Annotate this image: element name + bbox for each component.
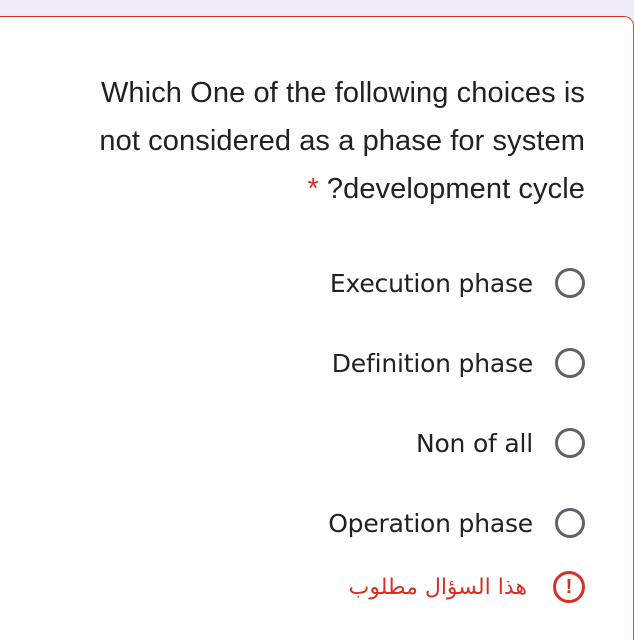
question-text-line-3: * ?development cycle — [25, 165, 585, 213]
required-marker: * — [307, 173, 319, 205]
option-label: Definition phase — [331, 348, 533, 378]
radio-button[interactable] — [555, 268, 585, 298]
question-text-line-2: not considered as a phase for system — [99, 125, 585, 157]
exclamation-circle-icon: ! — [553, 571, 585, 603]
radio-button[interactable] — [555, 428, 585, 458]
option-execution-phase[interactable]: Execution phase — [330, 263, 585, 303]
question-text-line-3-text: ?development cycle — [326, 173, 585, 205]
required-error: هذا السؤال مطلوب ! — [349, 567, 585, 607]
option-label: Execution phase — [329, 268, 533, 298]
option-definition-phase[interactable]: Definition phase — [332, 343, 585, 383]
question-text-line-1: Which One of the following choices is — [100, 77, 585, 109]
option-non-of-all[interactable]: Non of all — [416, 423, 585, 463]
radio-button[interactable] — [555, 348, 585, 378]
question-card: Which One of the following choices is no… — [0, 16, 634, 640]
required-error-message: هذا السؤال مطلوب — [348, 574, 527, 600]
option-label: Non of all — [415, 428, 533, 458]
option-label: Operation phase — [328, 508, 533, 538]
option-operation-phase[interactable]: Operation phase — [328, 503, 585, 543]
radio-button[interactable] — [555, 508, 585, 538]
question-title: Which One of the following choices is no… — [25, 69, 585, 213]
